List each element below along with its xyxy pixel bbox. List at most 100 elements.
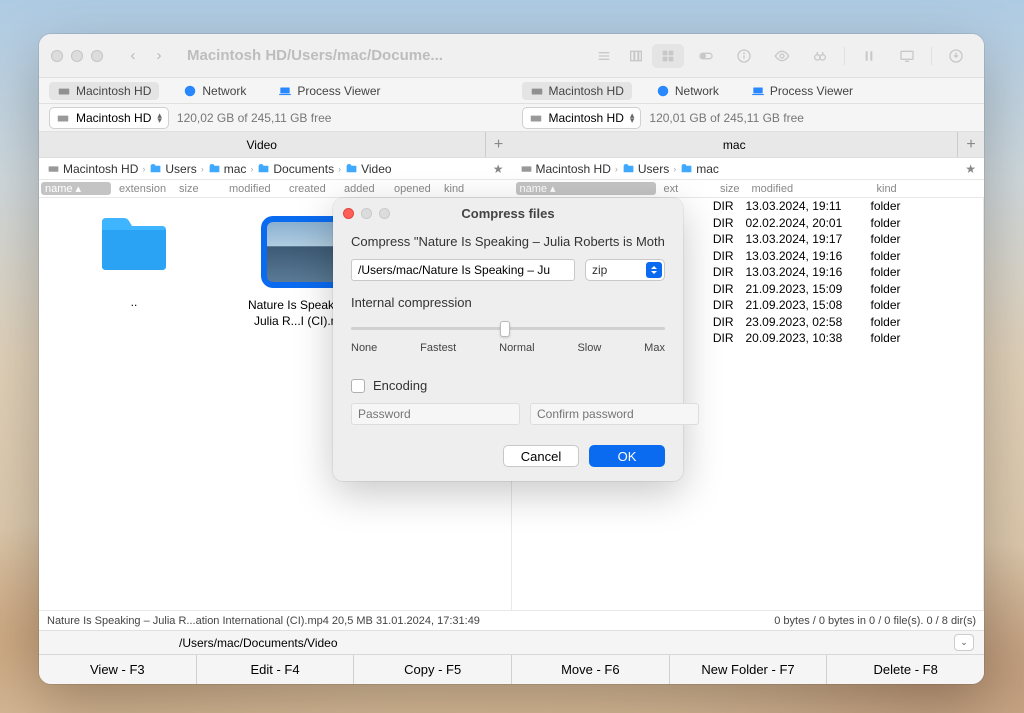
col-kind[interactable]: kind — [871, 183, 931, 195]
free-space-left: 120,02 GB of 245,11 GB free — [177, 111, 332, 125]
slider-label: None — [351, 342, 377, 354]
zoom-light[interactable] — [91, 50, 103, 62]
monitor-icon[interactable] — [891, 44, 923, 68]
drive-selector-right[interactable]: Macintosh HD ▴▾ — [522, 107, 642, 129]
col-modified[interactable]: modified — [223, 183, 283, 195]
slider-label: Max — [644, 342, 665, 354]
compress-dialog: Compress files Compress "Nature Is Speak… — [333, 198, 683, 481]
slider-thumb[interactable] — [500, 321, 510, 337]
fav-process[interactable]: Process Viewer — [743, 82, 861, 100]
col-kind[interactable]: kind — [438, 183, 488, 195]
crumb-item[interactable]: mac — [680, 162, 719, 176]
status-right: 0 bytes / 0 bytes in 0 / 0 file(s). 0 / … — [512, 611, 985, 630]
binoculars-icon[interactable] — [804, 44, 836, 68]
move-button[interactable]: Move - F6 — [512, 655, 670, 684]
tab-add-right[interactable]: + — [958, 132, 984, 157]
star-icon[interactable]: ★ — [965, 162, 976, 176]
fav-network[interactable]: Network — [648, 82, 727, 100]
download-icon[interactable] — [940, 44, 972, 68]
chevron-updown-icon — [646, 262, 662, 278]
col-extension[interactable]: extension — [113, 183, 173, 195]
favorites-left: Macintosh HD Network Process Viewer — [39, 78, 512, 103]
crumb-item[interactable]: Users — [149, 162, 196, 176]
drive-row: Macintosh HD ▴▾ 120,02 GB of 245,11 GB f… — [39, 104, 984, 132]
view-button[interactable]: View - F3 — [39, 655, 197, 684]
col-modified[interactable]: modified — [746, 183, 871, 195]
titlebar: ‹ › Macintosh HD/Users/mac/Docume... — [39, 34, 984, 78]
window-title: Macintosh HD/Users/mac/Docume... — [187, 47, 580, 64]
view-list-icon[interactable] — [588, 44, 620, 68]
format-select[interactable]: zip — [585, 259, 665, 281]
breadcrumb-right: Macintosh HD› Users› mac ★ — [512, 158, 985, 180]
password-input[interactable] — [351, 403, 520, 425]
eye-icon[interactable] — [766, 44, 798, 68]
tab-row: Video + mac + — [39, 132, 984, 158]
crumb-item[interactable]: Video — [345, 162, 391, 176]
view-mode-group — [588, 44, 684, 68]
path-row: /Users/mac/Documents/Video ⌄ — [39, 630, 984, 654]
drive-selector-left[interactable]: Macintosh HD ▴▾ — [49, 107, 169, 129]
info-icon[interactable] — [728, 44, 760, 68]
col-name[interactable]: name ▴ — [516, 182, 656, 195]
nav-forward-button[interactable]: › — [147, 44, 171, 68]
close-light[interactable] — [51, 50, 63, 62]
confirm-password-input[interactable] — [530, 403, 699, 425]
path-input[interactable]: /Users/mac/Documents/Video — [49, 636, 974, 650]
breadcrumb-row: Macintosh HD› Users› mac› Documents› Vid… — [39, 158, 984, 180]
encoding-label: Encoding — [373, 378, 427, 393]
col-ext[interactable]: ext — [658, 183, 700, 195]
col-created[interactable]: created — [283, 183, 338, 195]
favorites-bar: Macintosh HD Network Process Viewer Maci… — [39, 78, 984, 104]
col-name[interactable]: name ▴ — [41, 182, 111, 195]
updir-item[interactable]: .. — [69, 216, 199, 329]
cancel-button[interactable]: Cancel — [503, 445, 579, 467]
fav-process[interactable]: Process Viewer — [270, 82, 388, 100]
updir-label: .. — [69, 295, 199, 311]
slider-label: Normal — [499, 342, 534, 354]
folder-icon — [98, 216, 170, 274]
status-row: Nature Is Speaking – Julia R...ation Int… — [39, 610, 984, 630]
nav-back-button[interactable]: ‹ — [121, 44, 145, 68]
favorites-right: Macintosh HD Network Process Viewer — [512, 78, 985, 103]
column-header-row: name ▴ extension size modified created a… — [39, 180, 984, 198]
encoding-checkbox[interactable] — [351, 379, 365, 393]
function-key-row: View - F3 Edit - F4 Copy - F5 Move - F6 … — [39, 654, 984, 684]
status-left: Nature Is Speaking – Julia R...ation Int… — [39, 611, 512, 630]
crumb-item[interactable]: Macintosh HD — [47, 162, 138, 176]
newfolder-button[interactable]: New Folder - F7 — [670, 655, 828, 684]
compression-slider[interactable] — [351, 320, 665, 336]
star-icon[interactable]: ★ — [493, 162, 504, 176]
pause-icon[interactable] — [853, 44, 885, 68]
dialog-title: Compress files — [333, 206, 683, 221]
tab-right[interactable]: mac — [512, 132, 959, 157]
toggle-icon[interactable] — [690, 44, 722, 68]
crumb-item[interactable]: Documents — [257, 162, 334, 176]
fav-drive[interactable]: Macintosh HD — [49, 82, 159, 100]
tab-add-left[interactable]: + — [486, 132, 512, 157]
dialog-message: Compress "Nature Is Speaking – Julia Rob… — [351, 234, 665, 249]
view-columns-icon[interactable] — [620, 44, 652, 68]
copy-button[interactable]: Copy - F5 — [354, 655, 512, 684]
edit-button[interactable]: Edit - F4 — [197, 655, 355, 684]
archive-path-input[interactable] — [351, 259, 575, 281]
window-controls — [51, 50, 103, 62]
minimize-light[interactable] — [71, 50, 83, 62]
fav-drive[interactable]: Macintosh HD — [522, 82, 632, 100]
tab-left[interactable]: Video — [39, 132, 486, 157]
slider-label: Fastest — [420, 342, 456, 354]
ok-button[interactable]: OK — [589, 445, 665, 467]
col-size[interactable]: size — [700, 183, 746, 195]
col-opened[interactable]: opened — [388, 183, 438, 195]
compression-label: Internal compression — [351, 295, 665, 310]
view-grid-icon[interactable] — [652, 44, 684, 68]
fav-network[interactable]: Network — [175, 82, 254, 100]
col-size[interactable]: size — [173, 183, 223, 195]
crumb-item[interactable]: Macintosh HD — [520, 162, 611, 176]
delete-button[interactable]: Delete - F8 — [827, 655, 984, 684]
path-dropdown[interactable]: ⌄ — [954, 634, 974, 651]
crumb-item[interactable]: Users — [622, 162, 669, 176]
slider-label: Slow — [577, 342, 601, 354]
breadcrumb-left: Macintosh HD› Users› mac› Documents› Vid… — [39, 158, 512, 180]
col-added[interactable]: added — [338, 183, 388, 195]
crumb-item[interactable]: mac — [208, 162, 247, 176]
